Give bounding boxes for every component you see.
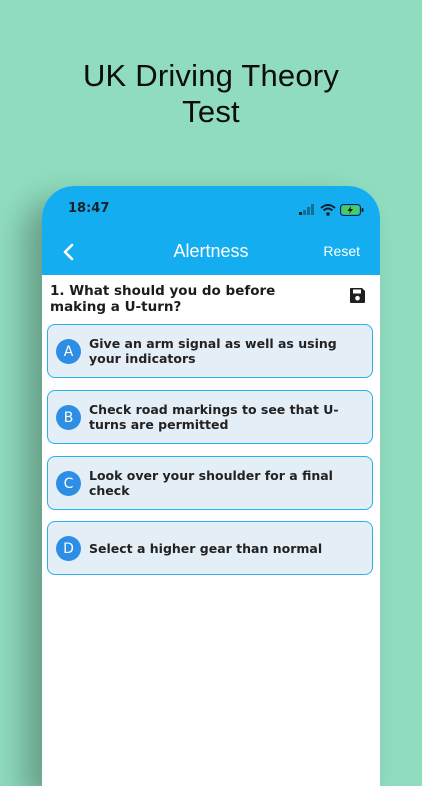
- option-letter-badge: C: [56, 471, 81, 496]
- battery-charging-icon: [340, 203, 364, 216]
- promo-title: UK Driving Theory Test: [0, 58, 422, 130]
- floppy-disk-icon: [350, 288, 365, 303]
- app-header: 18:47 Alertness Reset: [42, 186, 380, 275]
- reset-button[interactable]: Reset: [323, 243, 360, 259]
- status-time: 18:47: [68, 201, 110, 216]
- promo-title-line-1: UK Driving Theory: [82, 58, 340, 93]
- save-question-button[interactable]: [349, 287, 366, 309]
- answer-option-c[interactable]: C Look over your shoulder for a final ch…: [47, 456, 373, 510]
- option-letter-badge: B: [56, 405, 81, 430]
- promo-title-line-2: Test: [182, 94, 240, 129]
- option-letter-badge: A: [56, 339, 81, 364]
- option-letter-badge: D: [56, 536, 81, 561]
- phone-screen: 18:47 Alertness Reset 1. What should you…: [42, 186, 380, 786]
- option-text: Look over your shoulder for a final chec…: [89, 468, 333, 498]
- answer-option-d[interactable]: D Select a higher gear than normal: [47, 521, 373, 575]
- answer-option-a[interactable]: A Give an arm signal as well as using yo…: [47, 324, 373, 378]
- signal-icon: [299, 204, 315, 216]
- option-text: Give an arm signal as well as using your…: [89, 336, 337, 366]
- question-text: 1. What should you do before making a U-…: [50, 283, 276, 315]
- question-row: 1. What should you do before making a U-…: [42, 275, 380, 321]
- option-text: Select a higher gear than normal: [89, 540, 323, 556]
- status-icons: [299, 201, 364, 216]
- wifi-icon: [319, 203, 336, 216]
- option-text: Check road markings to see that U-turns …: [89, 402, 339, 432]
- answer-option-b[interactable]: B Check road markings to see that U-turn…: [47, 390, 373, 444]
